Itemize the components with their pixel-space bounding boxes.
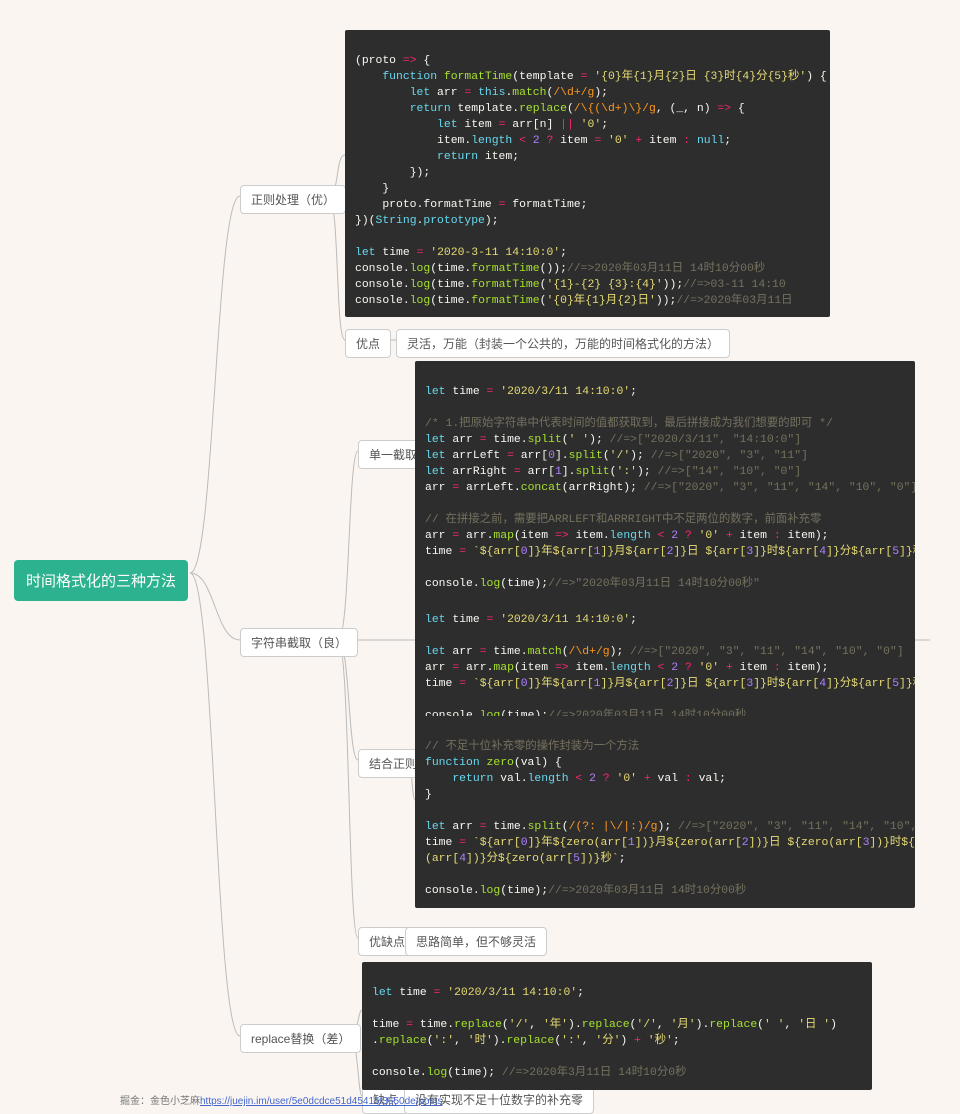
node-regex-adv-text: 灵活，万能（封装一个公共的，万能的时间格式化的方法） <box>396 329 730 358</box>
attribution-link[interactable]: https://juejin.im/user/5e0dcdce51d45415f… <box>200 1096 442 1107</box>
node-regex[interactable]: 正则处理（优） <box>240 185 346 214</box>
code-block-single-cut: let time = '2020/3/11 14:10:0'; /* 1.把原始… <box>415 361 915 601</box>
code-block-regex: (proto => { function formatTime(template… <box>345 30 830 317</box>
attribution: 掘金：金色小芝麻https://juejin.im/user/5e0dcdce5… <box>120 1092 442 1107</box>
node-string-cut[interactable]: 字符串截取（良） <box>240 628 358 657</box>
node-replace[interactable]: replace替换（差） <box>240 1024 361 1053</box>
mindmap-root: 时间格式化的三种方法 <box>14 560 188 601</box>
attribution-prefix: 掘金：金色小芝麻 <box>120 1096 200 1107</box>
code-block-match: let time = '2020/3/11 14:10:0'; let arr … <box>415 589 915 733</box>
node-regex-adv-label: 优点 <box>345 329 391 358</box>
code-block-replace: let time = '2020/3/11 14:10:0'; time = t… <box>362 962 872 1090</box>
code-block-zero-fn: // 不足十位补充零的操作封装为一个方法 function zero(val) … <box>415 716 915 908</box>
node-stringcut-adv-text: 思路简单，但不够灵活 <box>405 927 547 956</box>
